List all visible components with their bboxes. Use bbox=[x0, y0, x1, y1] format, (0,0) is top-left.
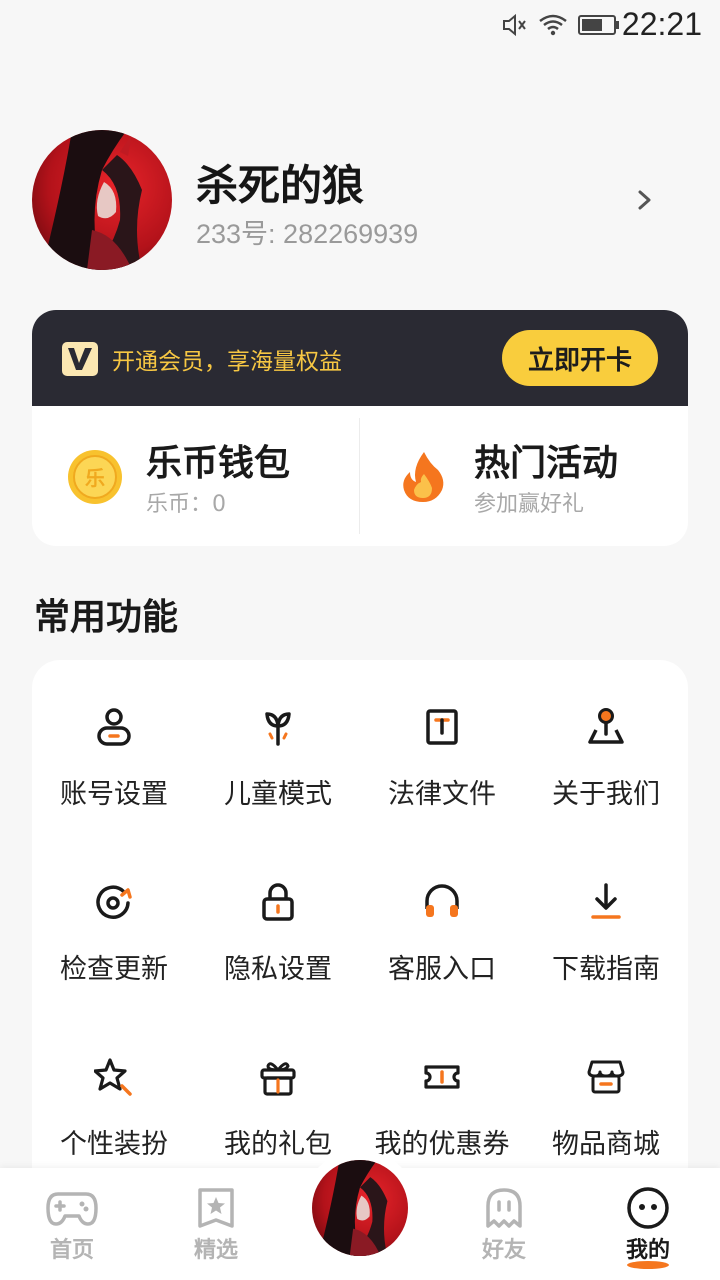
function-label: 个性装扮 bbox=[60, 1129, 168, 1160]
function-label: 账号设置 bbox=[60, 779, 168, 810]
function-label: 客服入口 bbox=[388, 954, 496, 985]
avatar-image bbox=[32, 130, 172, 270]
download-icon bbox=[591, 883, 621, 919]
function-label: 法律文件 bbox=[388, 779, 496, 810]
headphones-icon bbox=[425, 884, 459, 917]
about-us-item[interactable]: 关于我们 bbox=[524, 660, 688, 810]
wallet-row: 乐 乐币钱包 乐币：0 热门活动 参加赢好礼 bbox=[32, 406, 688, 546]
ticket-icon bbox=[424, 1065, 460, 1089]
avatar[interactable] bbox=[32, 130, 172, 270]
check-update-item[interactable]: 检查更新 bbox=[32, 835, 196, 985]
user-name: 杀死的狼 bbox=[196, 161, 365, 210]
star-brush-icon bbox=[94, 1058, 132, 1096]
function-label: 物品商城 bbox=[552, 1129, 660, 1160]
section-title: 常用功能 bbox=[34, 597, 179, 638]
star-bookmark-icon bbox=[198, 1188, 234, 1228]
gift-icon bbox=[260, 1062, 296, 1096]
open-vip-button[interactable]: 立即开卡 bbox=[502, 330, 658, 386]
personal-decoration-item[interactable]: 个性装扮 bbox=[32, 1010, 196, 1160]
nav-label: 首页 bbox=[49, 1238, 94, 1263]
active-indicator bbox=[627, 1261, 669, 1269]
avatar-image bbox=[312, 1160, 408, 1256]
my-gift-pack-item[interactable]: 我的礼包 bbox=[196, 1010, 360, 1160]
vip-card: 开通会员，享海量权益 立即开卡 乐 乐币钱包 乐币：0 热门活动 参加赢好礼 bbox=[32, 310, 688, 546]
user-id: 233号: 282269939 bbox=[196, 219, 419, 249]
my-coupons-item[interactable]: 我的优惠券 bbox=[360, 1010, 524, 1160]
profile-header[interactable]: 杀死的狼 233号: 282269939 bbox=[32, 128, 688, 272]
joystick-icon bbox=[588, 708, 624, 744]
customer-service-item[interactable]: 客服入口 bbox=[360, 835, 524, 985]
chevron-right-icon[interactable] bbox=[634, 186, 656, 214]
face-icon bbox=[627, 1187, 669, 1229]
function-label: 儿童模式 bbox=[224, 779, 332, 810]
user-icon bbox=[97, 708, 131, 746]
function-label: 下载指南 bbox=[552, 954, 660, 985]
vip-banner[interactable]: 开通会员，享海量权益 立即开卡 bbox=[32, 310, 688, 406]
function-label: 隐私设置 bbox=[224, 954, 332, 985]
document-icon bbox=[426, 709, 458, 745]
nav-label: 好友 bbox=[481, 1238, 526, 1263]
coin-wallet[interactable]: 乐 乐币钱包 乐币：0 bbox=[32, 406, 352, 546]
nav-label: 精选 bbox=[193, 1238, 238, 1263]
ghost-icon bbox=[486, 1188, 522, 1228]
gamepad-icon bbox=[46, 1192, 98, 1226]
hot-activity-sub: 参加赢好礼 bbox=[474, 492, 585, 517]
fire-icon bbox=[403, 452, 444, 502]
function-label: 关于我们 bbox=[552, 779, 660, 810]
vip-promo-text: 开通会员，享海量权益 bbox=[112, 349, 342, 375]
function-label: 检查更新 bbox=[60, 954, 168, 985]
nav-center-avatar[interactable] bbox=[302, 1150, 418, 1266]
download-guide-item[interactable]: 下载指南 bbox=[524, 835, 688, 985]
sprout-icon bbox=[265, 712, 291, 746]
coin-wallet-title: 乐币钱包 bbox=[146, 443, 291, 484]
bottom-nav: 首页 精选 好友 我的 bbox=[0, 1150, 720, 1280]
nav-mine[interactable]: 我的 bbox=[588, 1168, 708, 1280]
lock-icon bbox=[262, 883, 294, 921]
coin-balance: 乐币：0 bbox=[146, 492, 226, 517]
hot-activity-title: 热门活动 bbox=[474, 443, 619, 484]
mute-icon bbox=[503, 13, 526, 37]
status-icons bbox=[502, 10, 620, 40]
kids-mode-item[interactable]: 儿童模式 bbox=[196, 660, 360, 810]
wifi-icon bbox=[539, 14, 567, 36]
legal-documents-item[interactable]: 法律文件 bbox=[360, 660, 524, 810]
nav-home[interactable]: 首页 bbox=[12, 1168, 132, 1280]
store-icon bbox=[587, 1060, 625, 1094]
clock: 22:21 bbox=[621, 6, 702, 42]
nav-featured[interactable]: 精选 bbox=[156, 1168, 276, 1280]
avatar bbox=[312, 1160, 408, 1256]
hot-activity[interactable]: 热门活动 参加赢好礼 bbox=[360, 406, 680, 546]
nav-friends[interactable]: 好友 bbox=[444, 1168, 564, 1280]
coin-icon: 乐 bbox=[68, 450, 122, 504]
battery-icon bbox=[578, 15, 619, 35]
status-bar: 22:21 bbox=[0, 0, 720, 52]
account-settings-item[interactable]: 账号设置 bbox=[32, 660, 196, 810]
vip-logo-icon bbox=[62, 342, 98, 376]
functions-card: 账号设置 儿童模式 法律文件 关于我们 检查更新 隐私设置 客服入口 下载指南 … bbox=[32, 660, 688, 1220]
svg-text:乐: 乐 bbox=[85, 466, 105, 490]
refresh-icon bbox=[96, 885, 132, 919]
item-mall-item[interactable]: 物品商城 bbox=[524, 1010, 688, 1160]
privacy-settings-item[interactable]: 隐私设置 bbox=[196, 835, 360, 985]
